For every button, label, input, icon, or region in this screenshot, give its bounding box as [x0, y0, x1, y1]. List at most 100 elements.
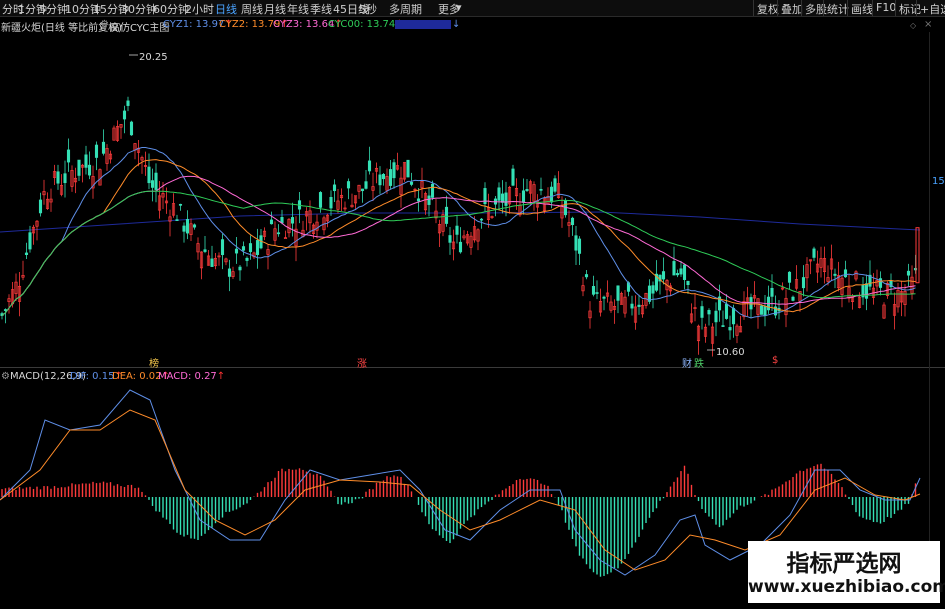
candle-body: [731, 307, 736, 325]
candle-body: [329, 197, 333, 209]
candle-body: [147, 166, 151, 184]
candle-body: [630, 303, 634, 309]
candle-body: [3, 309, 8, 311]
candle-body: [360, 188, 365, 192]
candle-body: [707, 310, 711, 315]
candle-body: [255, 240, 260, 255]
candle-body: [770, 287, 774, 297]
cyz3-line: [1, 175, 916, 316]
candle-body: [276, 232, 281, 235]
candle-body: [280, 217, 284, 224]
candle-body: [906, 270, 911, 276]
candle-body: [455, 225, 459, 235]
candle-body: [150, 180, 155, 188]
cyc00-line: [1, 190, 916, 316]
candle-body: [84, 154, 88, 168]
candle-body: [637, 304, 641, 307]
right-axis-label: 15: [932, 176, 945, 187]
candle-body: [416, 198, 421, 202]
candle-body: [126, 100, 130, 106]
candle-body: [497, 187, 501, 201]
candle-body: [28, 232, 32, 250]
candle-body: [24, 252, 29, 256]
candle-body: [833, 273, 837, 276]
high-price-label: 20.25: [139, 52, 168, 63]
candle-body: [679, 268, 683, 275]
watermark-url: www.xuezhibiao.com: [748, 577, 945, 597]
candle-body: [129, 121, 134, 136]
candle-body: [154, 172, 158, 190]
candle-body: [549, 186, 554, 203]
candle-body: [185, 219, 190, 234]
candle-body: [38, 199, 43, 214]
event-mark-zhang[interactable]: 涨: [357, 355, 367, 370]
candle-body: [175, 219, 179, 221]
candle-body: [458, 241, 463, 253]
last-candle: [915, 227, 920, 284]
candle-body: [686, 280, 690, 285]
candle-body: [182, 225, 186, 232]
candle-body: [203, 249, 207, 252]
candle-body: [787, 271, 792, 283]
candle-body: [332, 184, 337, 192]
candle-body: [525, 189, 529, 191]
site-watermark: 指标严选网 www.xuezhibiao.com: [748, 541, 945, 603]
candle-body: [87, 164, 92, 176]
event-mark-dollar[interactable]: $: [772, 355, 778, 366]
candle-body: [511, 168, 515, 186]
candle-body: [801, 277, 806, 289]
candle-body: [675, 273, 680, 276]
candle-body: [864, 283, 869, 299]
candle-body: [553, 178, 557, 192]
candle-body: [101, 141, 106, 154]
candle-body: [388, 169, 393, 186]
candle-body: [661, 271, 666, 280]
candle-body: [178, 203, 183, 206]
candle-body: [812, 248, 816, 258]
event-mark-die[interactable]: 跌: [694, 355, 704, 370]
candle-body: [521, 190, 526, 203]
candle-body: [378, 174, 382, 186]
candle-body: [682, 264, 687, 280]
candle-body: [269, 219, 274, 225]
candle-body: [595, 292, 599, 294]
candle-body: [584, 274, 589, 278]
candle-body: [290, 217, 295, 224]
candle-body: [724, 303, 729, 319]
candle-body: [444, 206, 449, 224]
candle-body: [539, 188, 543, 191]
event-mark-cai[interactable]: 财: [682, 355, 692, 370]
candle-body: [346, 181, 351, 189]
candle-body: [210, 258, 214, 267]
candle-body: [248, 243, 253, 253]
watermark-title: 指标严选网: [786, 551, 902, 577]
candle-body: [430, 183, 435, 198]
candle-body: [283, 237, 288, 239]
candle-body: [700, 306, 704, 318]
cyz1-line: [1, 147, 916, 319]
event-mark-bang[interactable]: 榜: [149, 355, 159, 370]
candle-body: [94, 144, 99, 158]
candle-body: [427, 195, 431, 205]
candle-body: [364, 181, 368, 189]
candle-body: [381, 173, 386, 180]
candle-body: [448, 235, 452, 243]
candle-body: [616, 285, 620, 301]
candle-body: [192, 224, 197, 228]
kline-chart[interactable]: [0, 0, 945, 609]
candle-body: [245, 257, 249, 261]
candle-body: [714, 310, 718, 323]
candle-body: [392, 162, 396, 179]
cyz2-line: [1, 159, 916, 316]
candle-body: [56, 171, 60, 184]
candle-body: [479, 218, 484, 221]
candle-body: [406, 159, 410, 178]
candle-body: [763, 306, 767, 316]
candle-body: [122, 110, 127, 120]
candle-body: [504, 192, 508, 206]
date-axis: [0, 603, 945, 609]
candle-body: [728, 327, 732, 331]
candle-body: [591, 286, 596, 295]
candle-body: [367, 160, 372, 172]
candle-body: [577, 238, 582, 254]
